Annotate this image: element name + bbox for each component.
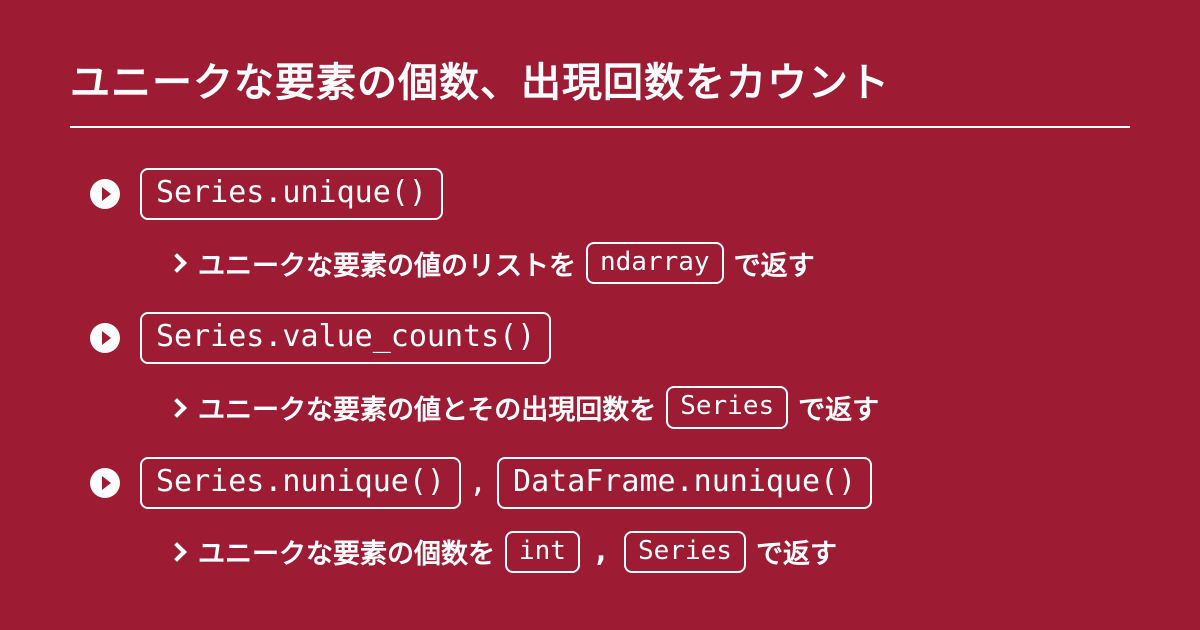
item-head: Series.nunique() , DataFrame.nunique() bbox=[90, 457, 1130, 509]
description-text: ユニークな要素の値とその出現回数を bbox=[198, 388, 656, 427]
page-title: ユニークな要素の個数、出現回数をカウント bbox=[70, 50, 1130, 128]
list-item: Series.nunique() , DataFrame.nunique() ユ… bbox=[90, 457, 1130, 573]
chevron-circle-icon bbox=[90, 323, 120, 353]
type-pill: Series bbox=[624, 531, 746, 573]
code-pill: Series.unique() bbox=[140, 168, 443, 220]
type-pill: int bbox=[505, 531, 580, 573]
code-row: Series.value_counts() bbox=[140, 312, 551, 364]
item-description: ユニークな要素の値とその出現回数を Series で返す bbox=[90, 386, 1130, 428]
item-head: Series.unique() bbox=[90, 168, 1130, 220]
comma-separator: , bbox=[590, 534, 614, 569]
code-pill: DataFrame.nunique() bbox=[497, 457, 872, 509]
type-pill: ndarray bbox=[586, 242, 724, 284]
code-row: Series.nunique() , DataFrame.nunique() bbox=[140, 457, 872, 509]
item-description: ユニークな要素の個数を int , Series で返す bbox=[90, 531, 1130, 573]
code-pill: Series.nunique() bbox=[140, 457, 461, 509]
comma-separator: , bbox=[467, 465, 491, 500]
description-text: で返す bbox=[734, 244, 815, 283]
item-description: ユニークな要素の値のリストを ndarray で返す bbox=[90, 242, 1130, 284]
item-head: Series.value_counts() bbox=[90, 312, 1130, 364]
description-text: で返す bbox=[798, 388, 879, 427]
code-row: Series.unique() bbox=[140, 168, 443, 220]
list-item: Series.unique() ユニークな要素の値のリストを ndarray で… bbox=[90, 168, 1130, 284]
description-text: ユニークな要素の値のリストを bbox=[198, 244, 576, 283]
chevron-circle-icon bbox=[90, 468, 120, 498]
chevron-right-icon bbox=[167, 542, 187, 562]
chevron-right-icon bbox=[167, 398, 187, 418]
type-pill: Series bbox=[666, 386, 788, 428]
description-text: ユニークな要素の個数を bbox=[198, 532, 495, 571]
list-item: Series.value_counts() ユニークな要素の値とその出現回数を … bbox=[90, 312, 1130, 428]
chevron-right-icon bbox=[167, 253, 187, 273]
method-list: Series.unique() ユニークな要素の値のリストを ndarray で… bbox=[70, 168, 1130, 573]
code-pill: Series.value_counts() bbox=[140, 312, 551, 364]
description-text: で返す bbox=[756, 532, 837, 571]
chevron-circle-icon bbox=[90, 179, 120, 209]
